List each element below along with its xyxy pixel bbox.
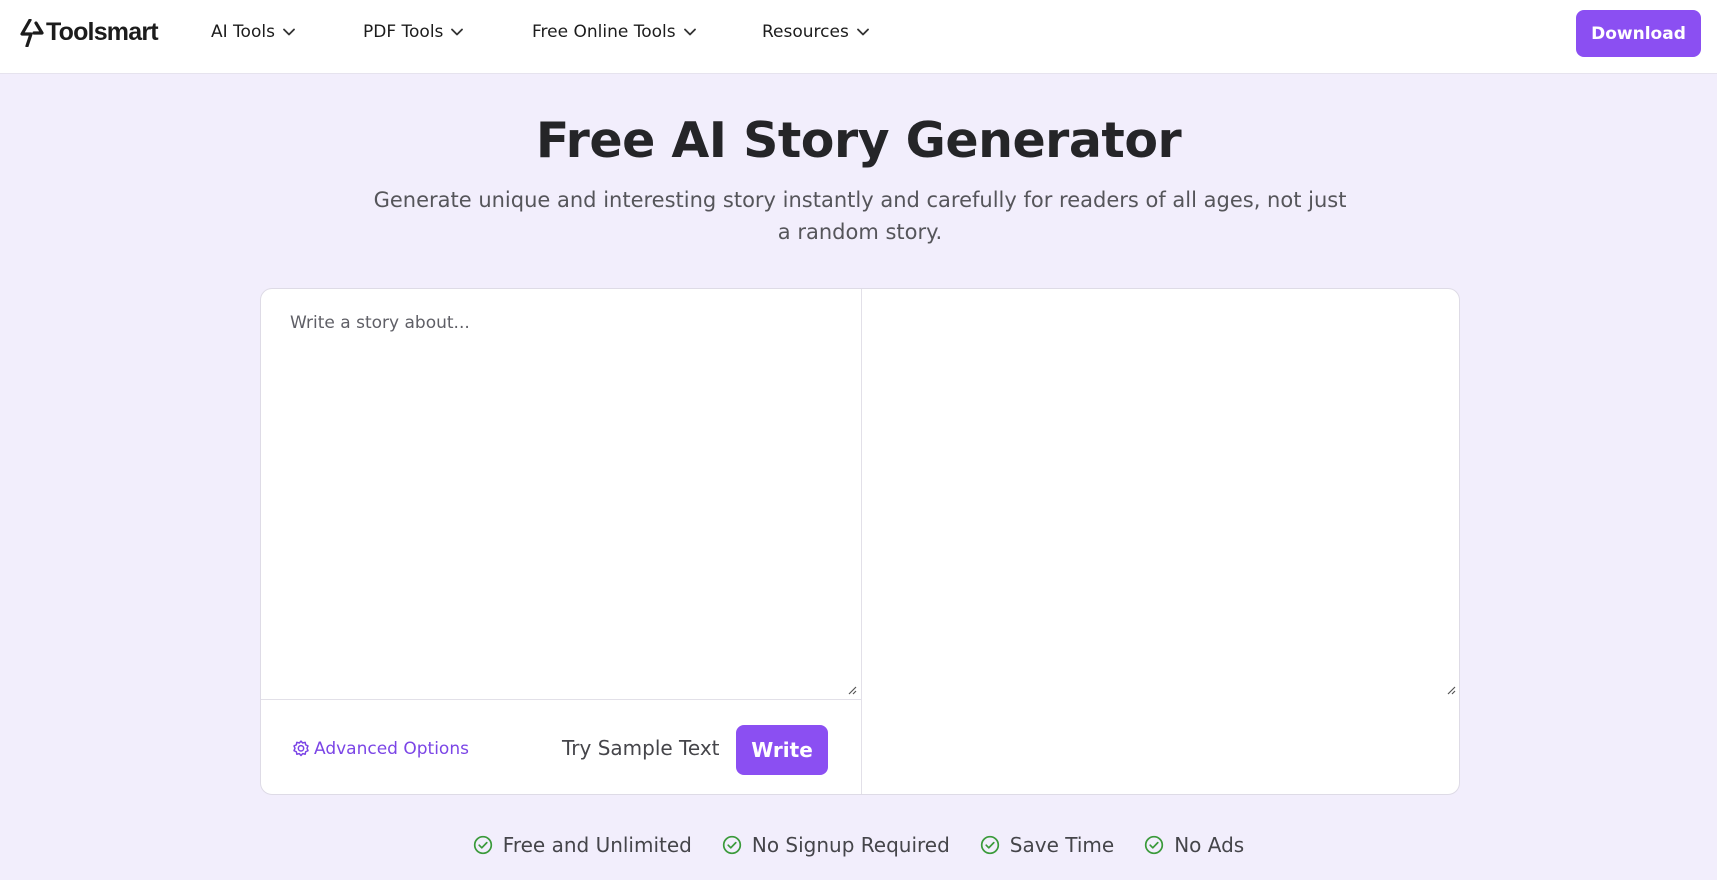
try-sample-text-button[interactable]: Try Sample Text (562, 736, 720, 760)
gear-icon (293, 740, 309, 757)
advanced-options-label: Advanced Options (314, 739, 469, 759)
feature-item: Save Time (980, 833, 1114, 857)
feature-label: No Ads (1174, 833, 1245, 857)
feature-label: Free and Unlimited (502, 833, 692, 857)
chevron-down-icon (683, 28, 696, 36)
page-subtitle: Generate unique and interesting story in… (373, 188, 1347, 244)
chevron-down-icon (283, 28, 295, 36)
chevron-down-icon (451, 28, 464, 36)
nav-resources[interactable]: Resources (762, 22, 869, 42)
write-button[interactable]: Write (736, 725, 828, 775)
nav-ai-tools[interactable]: AI Tools (211, 22, 295, 42)
toolsmart-logo[interactable]: Toolsmart (20, 18, 159, 47)
feature-list: Free and Unlimited No Signup Required Sa… (0, 833, 1717, 857)
logo-text: Toolsmart (46, 18, 159, 46)
check-circle-icon (1145, 835, 1164, 855)
feature-item: Free and Unlimited (473, 833, 692, 857)
nav-free-online-tools[interactable]: Free Online Tools (532, 22, 696, 42)
chevron-down-icon (856, 28, 869, 36)
nav-resources-label: Resources (762, 22, 849, 42)
feature-label: Save Time (1009, 833, 1115, 857)
nav-pdf-tools-label: PDF Tools (363, 22, 444, 42)
story-prompt-input[interactable] (261, 289, 861, 699)
download-button[interactable]: Download (1576, 10, 1701, 57)
top-navigation-bar: Toolsmart AI Tools PDF Tools Free Online… (0, 0, 1717, 74)
check-circle-icon (722, 835, 742, 855)
advanced-options-button[interactable]: Advanced Options (291, 739, 469, 759)
resize-grip-icon[interactable] (1446, 685, 1456, 695)
nav-ai-tools-label: AI Tools (211, 22, 275, 42)
feature-item: No Ads (1144, 833, 1244, 857)
feature-item: No Signup Required (722, 833, 950, 857)
feature-label: No Signup Required (751, 833, 950, 857)
nav-free-online-tools-label: Free Online Tools (532, 22, 676, 42)
nav-pdf-tools[interactable]: PDF Tools (363, 22, 464, 42)
input-footer-divider (261, 699, 861, 700)
check-circle-icon (980, 835, 999, 855)
resize-grip-icon[interactable] (847, 685, 857, 695)
story-generator-card: Advanced Options Try Sample Text Write (260, 288, 1460, 795)
check-circle-icon (473, 835, 492, 855)
lightning-bolt-icon (20, 18, 44, 47)
story-output-area[interactable] (862, 289, 1459, 794)
page-title: Free AI Story Generator (535, 112, 1182, 169)
